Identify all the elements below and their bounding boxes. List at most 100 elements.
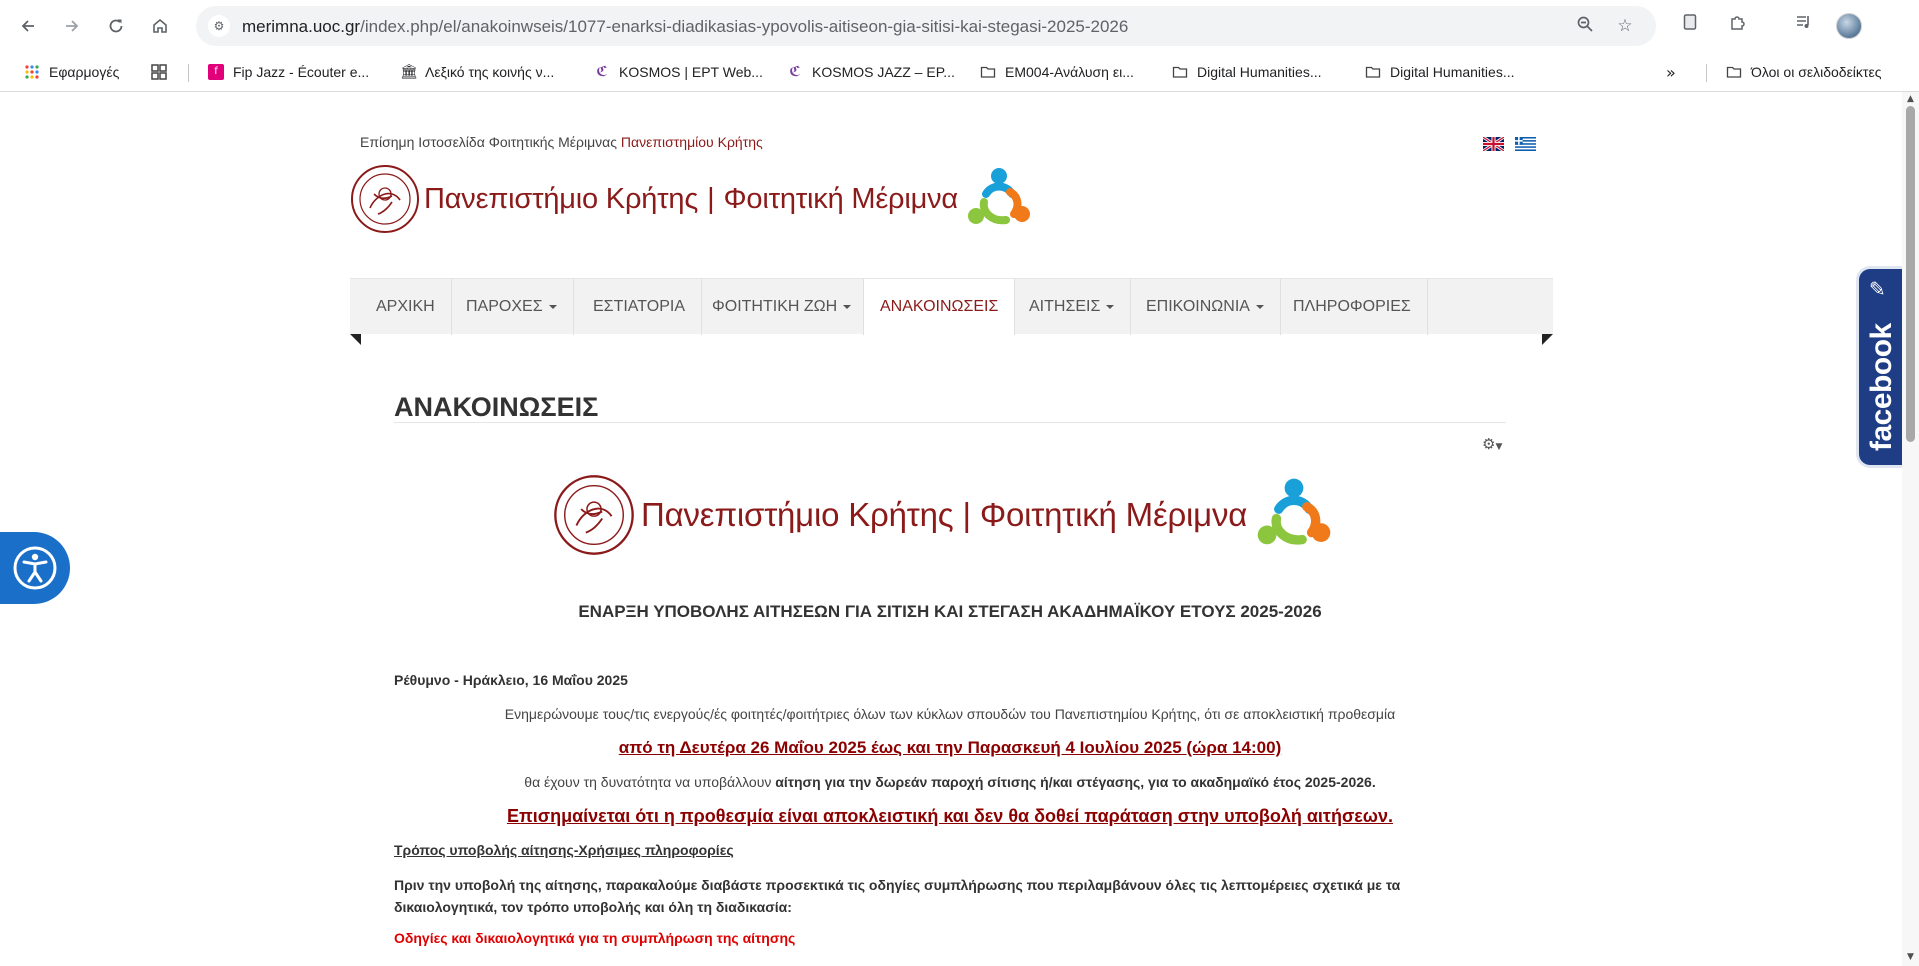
logo-title: Πανεπιστήμιο Κρήτης | Φοιτητική Μέριμνα: [641, 496, 1247, 534]
bookmark-star-icon[interactable]: ☆: [1614, 15, 1636, 37]
nav-label: ΠΛΗΡΟΦΟΡΙΕΣ: [1293, 298, 1411, 315]
folder-icon: [1172, 64, 1188, 80]
extensions-icon[interactable]: [1724, 12, 1752, 40]
nav-item-home[interactable]: ΑΡΧΙΚΗ: [360, 279, 452, 335]
media-controls-icon[interactable]: [1790, 12, 1818, 40]
bookmark-apps[interactable]: Εφαρμογές: [24, 61, 119, 83]
reload-icon: [109, 19, 123, 33]
address-bar[interactable]: ⚙ merimna.uoc.gr/index.php/el/anakoinwse…: [196, 6, 1656, 46]
nav-item-benefits[interactable]: ΠΑΡΟΧΕΣ: [450, 279, 574, 335]
folder-icon: [980, 64, 996, 80]
url-text: merimna.uoc.gr/index.php/el/anakoinwseis…: [242, 17, 1128, 37]
url-path: /index.php/el/anakoinwseis/1077-enarksi-…: [360, 17, 1129, 36]
bookmark-folder-em004[interactable]: EM004-Ανάλυση ει...: [980, 61, 1134, 83]
bookmark-label: Λεξικό της κοινής ν...: [425, 64, 555, 80]
scroll-up-icon[interactable]: ▲: [1905, 94, 1916, 105]
scroll-down-icon[interactable]: ▼: [1905, 952, 1916, 963]
eligibility-text: θα έχουν τη δυνατότητα να υποβάλλουν: [524, 774, 772, 790]
more-bookmarks-chevron-icon[interactable]: »: [1666, 61, 1676, 83]
bookmark-label: Εφαρμογές: [49, 64, 120, 80]
article-dateline: Ρέθυμνο - Ηράκλειο, 16 Μαΐου 2025: [394, 672, 628, 688]
bookmarks-bar: Εφαρμογές f Fip Jazz - Écouter e... 🏛 Λε…: [0, 52, 1919, 92]
logo-service-name: Φοιτητική Μέριμνα: [979, 496, 1248, 533]
logo-title: Πανεπιστήμιο Κρήτης | Φοιτητική Μέριμνα: [424, 183, 958, 216]
tab-groups-icon[interactable]: [150, 61, 168, 83]
nav-item-contact[interactable]: ΕΠΙΚΟΙΝΩΝΙΑ: [1130, 279, 1281, 335]
page-scrollbar[interactable]: ▲ ▼: [1902, 92, 1919, 966]
bookmark-folder-dh-1[interactable]: Digital Humanities...: [1172, 61, 1322, 83]
folder-icon: [1726, 64, 1742, 80]
kosmos-icon: ℭ: [596, 64, 608, 80]
facebook-widget-tab[interactable]: ✎ facebook: [1856, 266, 1904, 468]
english-flag-icon[interactable]: [1483, 137, 1504, 151]
site-info-icon[interactable]: ⚙: [208, 15, 230, 37]
zoom-icon[interactable]: [1574, 15, 1596, 37]
bookmark-kosmos-jazz[interactable]: ℭ KOSMOS JAZZ – EP...: [787, 61, 955, 83]
page-title: ΑΝΑΚΟΙΝΩΣΕΙΣ: [394, 392, 599, 422]
nav-item-applications[interactable]: ΑΙΤΗΣΕΙΣ: [1013, 279, 1132, 335]
pencil-icon: ✎: [1869, 277, 1886, 301]
application-period: από τη Δευτέρα 26 Μαΐου 2025 έως και την…: [618, 738, 1282, 757]
nav-label: ΕΣΤΙΑΤΟΡΙΑ: [593, 298, 685, 315]
university-seal-icon: [554, 475, 634, 555]
tagline-text: Επίσημη Ιστοσελίδα Φοιτητικής Μέριμνας: [360, 134, 618, 150]
article-paragraph-instructions: Πριν την υποβολή της αίτησης, παρακαλούμ…: [394, 877, 1401, 915]
reload-button[interactable]: [100, 10, 132, 42]
article-headline: ΕΝΑΡΞΗ ΥΠΟΒΟΛΗΣ ΑΙΤΗΣΕΩΝ ΓΙΑ ΣΙΤΙΣΗ ΚΑΙ …: [578, 602, 1322, 621]
back-button[interactable]: [12, 10, 44, 42]
bookmark-label: Fip Jazz - Écouter e...: [233, 64, 370, 80]
bookmark-label: KOSMOS | EPT Web...: [619, 64, 763, 80]
title-divider: [394, 422, 1506, 423]
nav-item-information[interactable]: ΠΛΗΡΟΦΟΡΙΕΣ: [1277, 279, 1428, 335]
scrollbar-thumb[interactable]: [1906, 106, 1915, 442]
main-navigation: ΑΡΧΙΚΗ ΠΑΡΟΧΕΣ ΕΣΤΙΑΤΟΡΙΑ ΦΟΙΤΗΤΙΚΗ ΖΩΗ …: [350, 278, 1553, 335]
nav-label: ΑΙΤΗΣΕΙΣ: [1029, 298, 1101, 315]
reading-mode-icon[interactable]: [1676, 12, 1704, 40]
eligibility-bold-text: αίτηση για την δωρεάν παροχή σίτισης ή/κ…: [775, 774, 1376, 790]
bookmark-label: Digital Humanities...: [1197, 64, 1322, 80]
url-host: merimna.uoc.gr: [242, 17, 361, 36]
tagline-university-link[interactable]: Πανεπιστημίου Κρήτης: [621, 134, 763, 150]
site-logo[interactable]: Πανεπιστήμιο Κρήτης | Φοιτητική Μέριμνα: [350, 164, 1034, 234]
bookmark-lexiko[interactable]: 🏛 Λεξικό της κοινής ν...: [400, 61, 554, 83]
nav-label: ΠΑΡΟΧΕΣ: [466, 298, 543, 315]
bookmark-label: EM004-Ανάλυση ει...: [1005, 64, 1134, 80]
chevron-down-icon: [548, 304, 557, 309]
bookmark-separator: [188, 64, 189, 82]
all-bookmarks-folder[interactable]: Όλοι οι σελιδοδείκτες: [1726, 61, 1881, 83]
bookmark-label: Όλοι οι σελιδοδείκτες: [1751, 64, 1882, 80]
back-arrow-icon: [21, 20, 34, 32]
instructions-link[interactable]: Οδηγίες και δικαιολογητικά για τη συμπλή…: [394, 930, 795, 946]
logo-divider: |: [962, 496, 971, 533]
bookmark-label: KOSMOS JAZZ – EP...: [812, 64, 955, 80]
nav-item-announcements[interactable]: ΑΝΑΚΟΙΝΩΣΕΙΣ: [863, 279, 1016, 335]
bookmark-fip-jazz[interactable]: f Fip Jazz - Écouter e...: [208, 61, 369, 83]
forward-button[interactable]: [56, 10, 88, 42]
logo-service-name: Φοιτητική Μέριμνα: [723, 182, 958, 215]
nav-item-student-life[interactable]: ΦΟΙΤΗΤΙΚΗ ΖΩΗ: [696, 279, 869, 335]
home-button[interactable]: [144, 10, 176, 42]
accessibility-icon: [13, 546, 57, 590]
article-tools-gear-icon[interactable]: ⚙▼: [1482, 435, 1502, 453]
profile-avatar[interactable]: [1836, 13, 1862, 39]
chevron-down-icon: [843, 304, 852, 309]
bookmark-folder-dh-2[interactable]: Digital Humanities...: [1365, 61, 1515, 83]
bookmark-kosmos-web[interactable]: ℭ KOSMOS | EPT Web...: [594, 61, 763, 83]
university-seal-icon: [351, 165, 419, 233]
bookmark-label: Digital Humanities...: [1390, 64, 1515, 80]
chevron-down-icon: [1255, 304, 1264, 309]
forward-arrow-icon: [66, 20, 79, 32]
logo-university-name: Πανεπιστήμιο Κρήτης: [424, 182, 699, 215]
chevron-down-icon: [1106, 304, 1115, 309]
home-icon: [153, 18, 167, 33]
page-viewport: Επίσημη Ιστοσελίδα Φοιτητικής Μέριμνας Π…: [0, 92, 1919, 966]
logo-divider: |: [707, 182, 715, 215]
logo-university-name: Πανεπιστήμιο Κρήτης: [641, 496, 954, 533]
nav-item-restaurants[interactable]: ΕΣΤΙΑΤΟΡΙΑ: [577, 279, 702, 335]
browser-toolbar: ⚙ merimna.uoc.gr/index.php/el/anakoinwse…: [0, 0, 1919, 52]
nav-label: ΑΡΧΙΚΗ: [376, 298, 435, 315]
accessibility-button[interactable]: [0, 532, 70, 604]
nav-ribbon-fold-right: [1542, 334, 1553, 345]
nav-label: ΦΟΙΤΗΤΙΚΗ ΖΩΗ: [712, 298, 838, 315]
greek-flag-icon[interactable]: [1515, 137, 1536, 151]
